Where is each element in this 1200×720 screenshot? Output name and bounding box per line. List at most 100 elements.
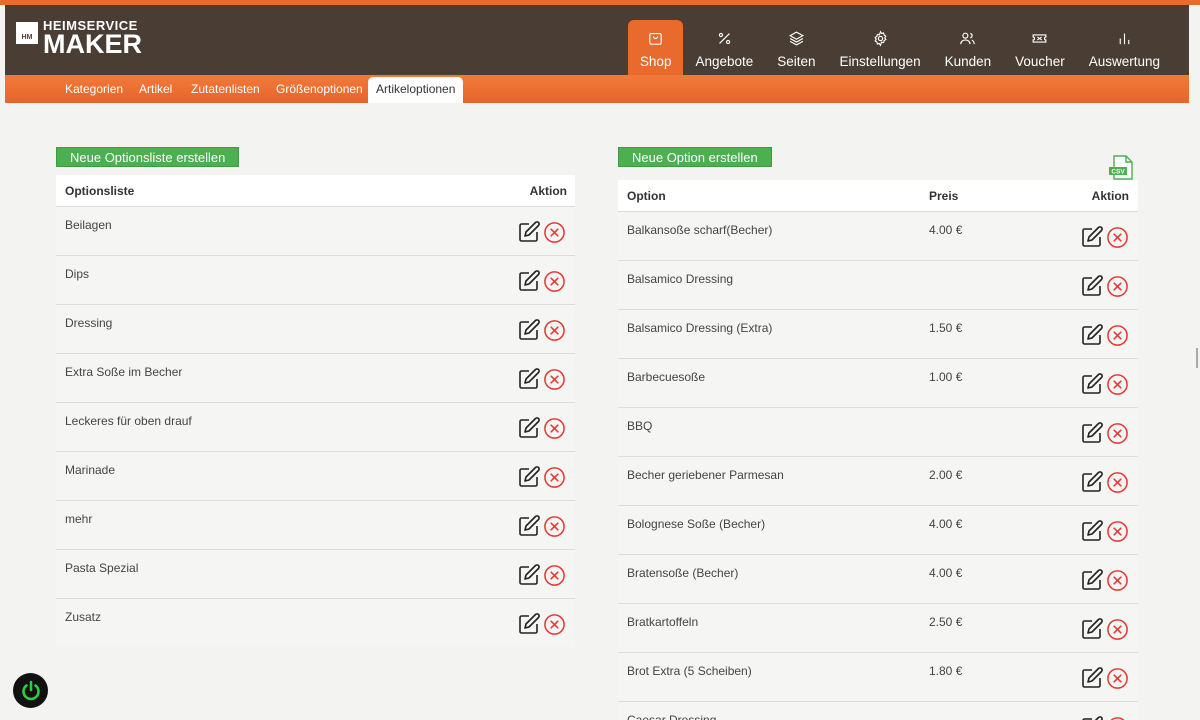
edit-icon[interactable] [1080, 372, 1104, 396]
edit-icon[interactable] [1080, 519, 1104, 543]
row-actions [517, 220, 566, 244]
edit-icon[interactable] [517, 318, 541, 342]
nav-item-seiten[interactable]: Seiten [765, 20, 827, 75]
row-actions [1080, 274, 1129, 298]
edit-icon[interactable] [517, 367, 541, 391]
table-row: Extra Soße im Becher [56, 353, 575, 402]
edit-icon[interactable] [517, 269, 541, 293]
option-name: Barbecuesoße [627, 370, 706, 384]
edit-icon[interactable] [1080, 421, 1104, 445]
nav-item-kunden[interactable]: Kunden [933, 20, 1004, 75]
scrollbar-marker[interactable] [1196, 348, 1198, 368]
option-price: 4.00 € [929, 223, 963, 237]
option-name: Brot Extra (5 Scheiben) [627, 664, 752, 678]
delete-icon[interactable] [543, 368, 566, 391]
table-row: Beilagen [56, 206, 575, 255]
app-header: HM HEIMSERVICE MAKER Shop Angebote Seite… [5, 5, 1189, 75]
row-actions [517, 269, 566, 293]
logo[interactable]: HM HEIMSERVICE MAKER [16, 19, 142, 58]
delete-icon[interactable] [543, 466, 566, 489]
delete-icon[interactable] [1106, 569, 1129, 592]
power-button[interactable] [13, 673, 48, 708]
subnav-item-groessenoptionen[interactable]: Größenoptionen [276, 75, 363, 103]
col-header-aktion: Aktion [1091, 188, 1129, 203]
nav-item-angebote[interactable]: Angebote [683, 20, 765, 75]
row-actions [1080, 372, 1129, 396]
subnav-item-artikeloptionen[interactable]: Artikeloptionen [368, 77, 464, 103]
table-header: Option Preis Aktion [618, 180, 1138, 211]
delete-icon[interactable] [1106, 667, 1129, 690]
nav-item-einstellungen[interactable]: Einstellungen [828, 20, 933, 75]
delete-icon[interactable] [543, 417, 566, 440]
edit-icon[interactable] [1080, 274, 1104, 298]
delete-icon[interactable] [543, 319, 566, 342]
table-row: Bolognese Soße (Becher) 4.00 € [618, 505, 1138, 554]
option-name: Balsamico Dressing [627, 272, 734, 286]
table-row: Bratensoße (Becher) 4.00 € [618, 554, 1138, 603]
edit-icon[interactable] [1080, 225, 1104, 249]
edit-icon[interactable] [1080, 470, 1104, 494]
table-row: Brot Extra (5 Scheiben) 1.80 € [618, 652, 1138, 701]
optionlist-name: Pasta Spezial [65, 561, 139, 575]
gear-icon [870, 28, 890, 48]
delete-icon[interactable] [1106, 422, 1129, 445]
option-price: 2.50 € [929, 615, 963, 629]
nav-label: Shop [639, 54, 672, 69]
optionlist-name: mehr [65, 512, 93, 526]
nav-item-auswertung[interactable]: Auswertung [1077, 20, 1172, 75]
edit-icon[interactable] [517, 612, 541, 636]
option-price: 1.00 € [929, 370, 963, 384]
edit-icon[interactable] [517, 465, 541, 489]
delete-icon[interactable] [543, 270, 566, 293]
nav-label: Auswertung [1088, 54, 1160, 69]
subnav-item-artikel[interactable]: Artikel [139, 75, 172, 103]
csv-export-icon[interactable]: CSV [1108, 155, 1134, 180]
delete-icon[interactable] [543, 515, 566, 538]
table-row: Dips [56, 255, 575, 304]
row-actions [517, 514, 566, 538]
delete-icon[interactable] [543, 221, 566, 244]
nav-label: Seiten [777, 54, 816, 69]
edit-icon[interactable] [517, 563, 541, 587]
table-row: Pasta Spezial [56, 549, 575, 598]
option-name: Bratkartoffeln [627, 615, 699, 629]
option-name: Becher geriebener Parmesan [627, 468, 784, 482]
delete-icon[interactable] [1106, 275, 1129, 298]
table-row: Becher geriebener Parmesan 2.00 € [618, 456, 1138, 505]
users-icon [958, 28, 978, 48]
optionlist-name: Dips [65, 267, 90, 281]
nav-item-voucher[interactable]: Voucher [1003, 20, 1077, 75]
new-optionlist-button[interactable]: Neue Optionsliste erstellen [56, 147, 240, 167]
edit-icon[interactable] [1080, 323, 1104, 347]
csv-label: CSV [1111, 169, 1125, 176]
edit-icon[interactable] [1080, 715, 1104, 720]
row-actions [517, 563, 566, 587]
delete-icon[interactable] [1106, 520, 1129, 543]
delete-icon[interactable] [1106, 716, 1129, 720]
subnav-item-kategorien[interactable]: Kategorien [65, 75, 123, 103]
delete-icon[interactable] [1106, 324, 1129, 347]
delete-icon[interactable] [1106, 471, 1129, 494]
shopping-bag-icon [646, 28, 666, 48]
table-row: Balsamico Dressing (Extra) 1.50 € [618, 309, 1138, 358]
edit-icon[interactable] [1080, 617, 1104, 641]
row-actions [517, 465, 566, 489]
delete-icon[interactable] [543, 613, 566, 636]
edit-icon[interactable] [1080, 568, 1104, 592]
delete-icon[interactable] [1106, 618, 1129, 641]
edit-icon[interactable] [1080, 666, 1104, 690]
logo-mark: HM [16, 22, 38, 44]
edit-icon[interactable] [517, 514, 541, 538]
table-row: BBQ [618, 407, 1138, 456]
new-option-button[interactable]: Neue Option erstellen [618, 147, 772, 167]
option-price: 1.50 € [929, 321, 963, 335]
delete-icon[interactable] [1106, 226, 1129, 249]
delete-icon[interactable] [543, 564, 566, 587]
delete-icon[interactable] [1106, 373, 1129, 396]
table-row: Balkansoße scharf(Becher) 4.00 € [618, 211, 1138, 260]
subnav-item-zutatenlisten[interactable]: Zutatenlisten [191, 75, 260, 103]
table-row: Leckeres für oben drauf [56, 402, 575, 451]
nav-item-shop[interactable]: Shop [627, 20, 684, 75]
edit-icon[interactable] [517, 416, 541, 440]
edit-icon[interactable] [517, 220, 541, 244]
